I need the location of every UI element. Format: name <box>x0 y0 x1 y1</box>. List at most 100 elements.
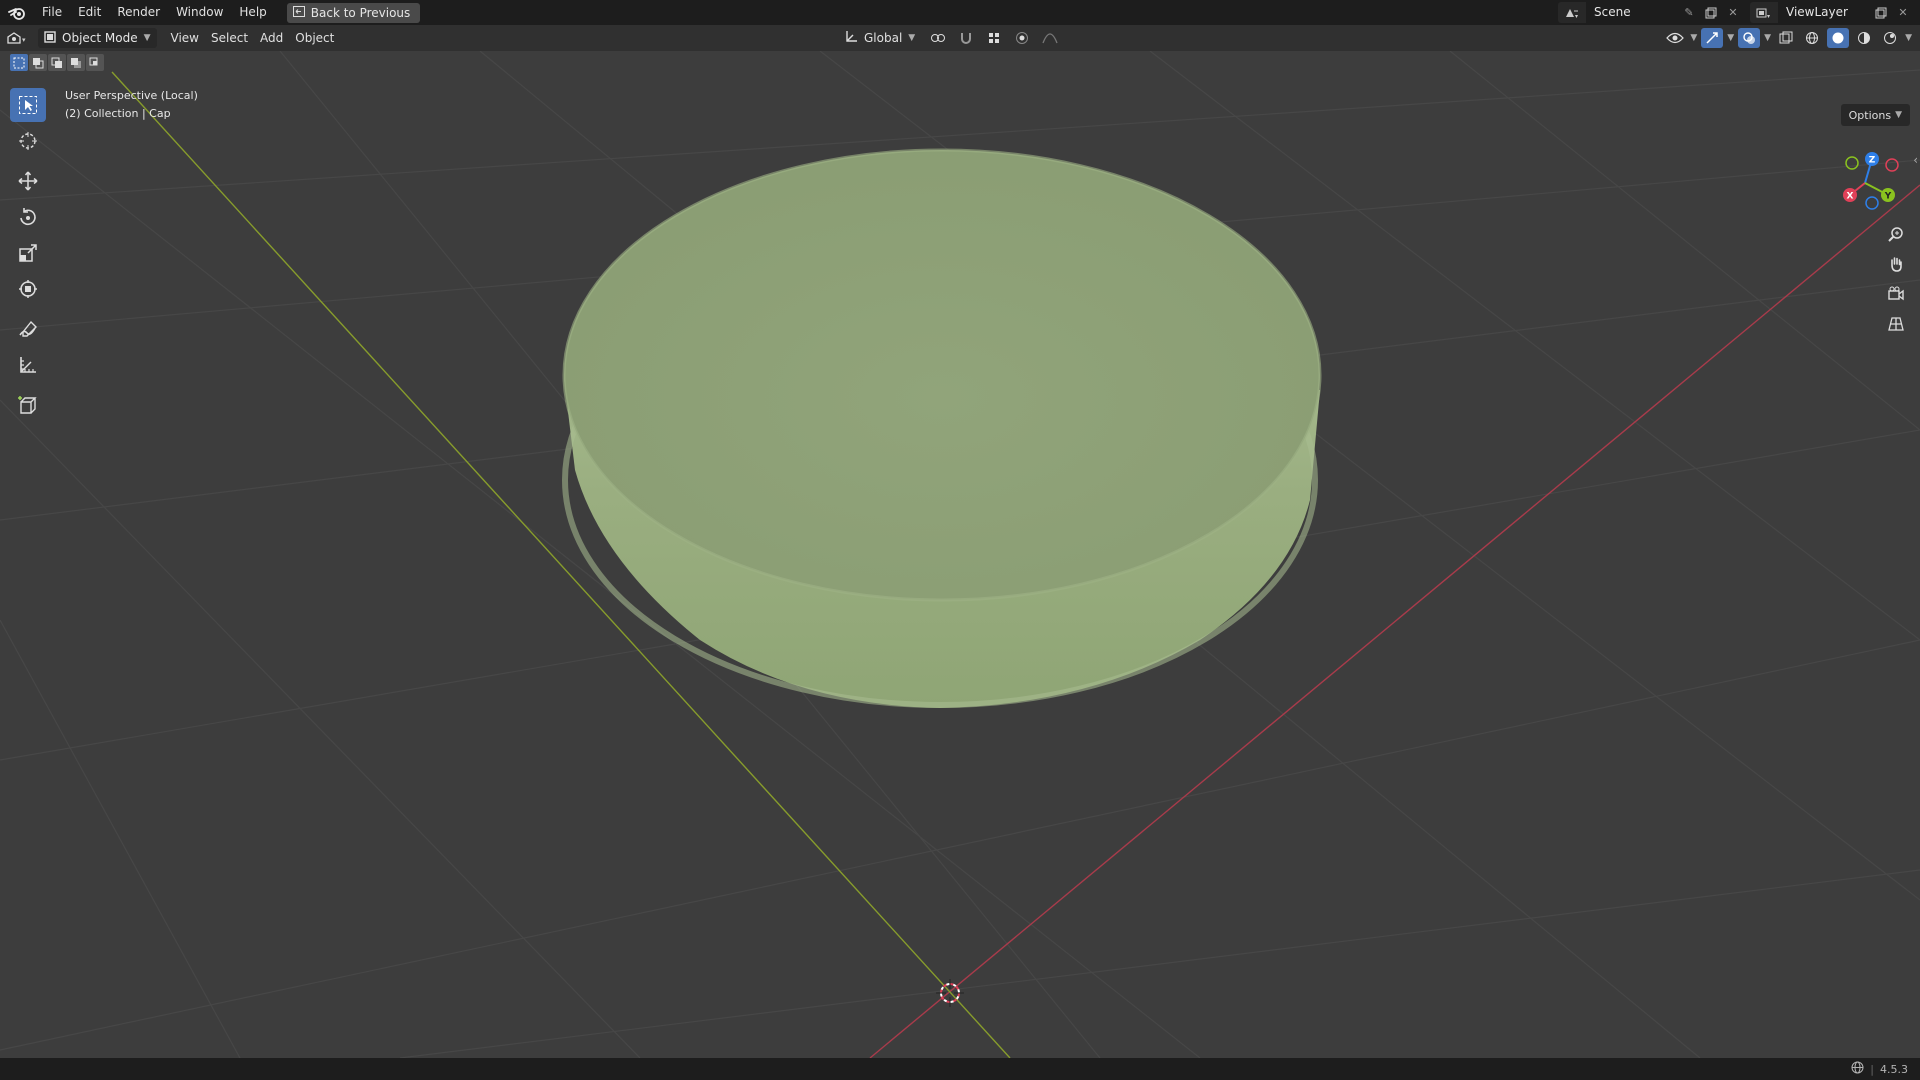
gizmo-toggle-icon[interactable] <box>1701 28 1724 48</box>
status-separator: | <box>1870 1062 1874 1076</box>
wireframe-shading-icon[interactable] <box>1801 28 1823 48</box>
navigation-gizmo[interactable]: Z X Y <box>1830 145 1900 215</box>
select-extend-icon[interactable] <box>29 54 47 71</box>
close-icon[interactable]: ✕ <box>1892 2 1914 23</box>
selection-mode-buttons <box>10 54 104 71</box>
options-label: Options <box>1848 108 1892 122</box>
proportional-editing-icon[interactable] <box>1011 28 1033 48</box>
object-mode-dropdown[interactable]: Object Mode ▼ <box>38 28 157 48</box>
version-info: | 4.5.3 <box>1851 1058 1908 1080</box>
gizmo-neg-z[interactable] <box>1865 196 1879 210</box>
3d-viewport[interactable]: User Perspective (Local) (2) Collection … <box>0 51 1920 1058</box>
view-layer-icon[interactable]: ▾ <box>1750 2 1778 23</box>
menu-edit[interactable]: Edit <box>70 0 109 25</box>
object-mode-icon <box>44 30 56 46</box>
close-icon[interactable]: ✕ <box>1722 2 1744 23</box>
navigation-buttons <box>1882 221 1910 337</box>
select-box-tool-icon[interactable] <box>10 88 46 122</box>
move-tool-icon[interactable] <box>10 164 46 198</box>
xray-toggle-icon[interactable] <box>1775 28 1797 48</box>
overlays-toggle-icon[interactable] <box>1738 28 1761 48</box>
select-new-icon[interactable] <box>10 54 28 71</box>
scale-tool-icon[interactable] <box>10 236 46 270</box>
blender-logo-icon[interactable] <box>0 0 34 25</box>
status-bar: | 4.5.3 <box>0 1058 1920 1080</box>
annotate-tool-icon[interactable] <box>10 312 46 346</box>
chevron-down-icon: ▼ <box>908 33 916 43</box>
chevron-down-icon: ▼ <box>1895 110 1902 120</box>
solid-shading-icon[interactable] <box>1827 28 1850 48</box>
rendered-shading-icon[interactable] <box>1879 28 1901 48</box>
orientation-label: Global <box>864 31 903 45</box>
camera-view-icon[interactable] <box>1882 281 1910 307</box>
pan-hand-icon[interactable] <box>1882 251 1910 277</box>
scene-name[interactable]: Scene <box>1586 2 1678 23</box>
object-mode-label: Object Mode <box>62 31 138 45</box>
top-right-area: ▾ Scene ✎ ✕ ▾ ViewLayer ✕ <box>1558 0 1920 25</box>
menu-render[interactable]: Render <box>109 0 168 25</box>
select-intersect-icon[interactable] <box>86 54 104 71</box>
top-menu-bar: File Edit Render Window Help Back to Pre… <box>0 0 1920 25</box>
back-to-previous-label: Back to Previous <box>310 5 411 20</box>
gizmo-x-label: X <box>1847 192 1854 202</box>
measure-tool-icon[interactable] <box>10 348 46 382</box>
new-scene-icon[interactable] <box>1700 2 1722 23</box>
orientation-global-icon <box>844 30 858 47</box>
visibility-eye-icon[interactable] <box>1664 28 1686 48</box>
svg-text:▾: ▾ <box>1575 13 1578 19</box>
transform-controls: Global ▼ <box>838 25 1061 51</box>
collection-info: (2) Collection | Cap <box>65 107 171 120</box>
svg-text:▾: ▾ <box>22 36 26 44</box>
add-cube-tool-icon[interactable] <box>10 388 46 422</box>
tool-shelf <box>10 88 46 424</box>
editor-type-icon[interactable]: ▾ <box>0 28 34 48</box>
pin-icon[interactable]: ✎ <box>1678 2 1700 23</box>
chevron-down-icon[interactable]: ▼ <box>1727 33 1734 43</box>
scene-selector[interactable]: ▾ Scene ✎ ✕ <box>1558 2 1744 23</box>
perspective-grid-icon[interactable] <box>1882 311 1910 337</box>
screen-back-icon <box>292 5 305 20</box>
sidebar-toggle-icon[interactable]: ‹ <box>1913 153 1918 167</box>
view-layer-name[interactable]: ViewLayer <box>1778 2 1870 23</box>
snap-magnet-icon[interactable] <box>955 28 977 48</box>
menu-add[interactable]: Add <box>254 28 289 48</box>
zoom-icon[interactable] <box>1882 221 1910 247</box>
viewport-scene <box>0 51 1920 1058</box>
menu-select[interactable]: Select <box>205 28 254 48</box>
new-view-layer-icon[interactable] <box>1870 2 1892 23</box>
menu-window[interactable]: Window <box>168 0 231 25</box>
falloff-curve-icon[interactable] <box>1039 28 1061 48</box>
network-globe-icon <box>1851 1061 1864 1077</box>
options-dropdown[interactable]: Options ▼ <box>1840 104 1910 126</box>
gizmo-y-label: Y <box>1884 192 1892 202</box>
view-layer-selector[interactable]: ▾ ViewLayer ✕ <box>1750 2 1914 23</box>
gizmo-neg-x[interactable] <box>1885 158 1899 172</box>
chevron-down-icon: ▼ <box>143 33 151 43</box>
chevron-down-icon[interactable]: ▼ <box>1905 33 1912 43</box>
cursor-tool-icon[interactable] <box>10 124 46 158</box>
menu-help[interactable]: Help <box>231 0 274 25</box>
viewport-header: ▾ Object Mode ▼ View Select Add Object G… <box>0 25 1920 51</box>
menu-view[interactable]: View <box>165 28 205 48</box>
cap-object[interactable] <box>562 148 1322 708</box>
pivot-point-icon[interactable] <box>927 28 949 48</box>
gizmo-z-label: Z <box>1869 156 1876 166</box>
gizmo-neg-y[interactable] <box>1845 156 1859 170</box>
transform-tool-icon[interactable] <box>10 272 46 306</box>
blender-window: File Edit Render Window Help Back to Pre… <box>0 0 1920 1080</box>
chevron-down-icon[interactable]: ▼ <box>1690 33 1697 43</box>
menu-object[interactable]: Object <box>289 28 340 48</box>
menu-file[interactable]: File <box>34 0 70 25</box>
svg-text:▾: ▾ <box>1767 13 1770 19</box>
select-invert-icon[interactable] <box>67 54 85 71</box>
select-subtract-icon[interactable] <box>48 54 66 71</box>
chevron-down-icon[interactable]: ▼ <box>1764 33 1771 43</box>
scene-icon[interactable]: ▾ <box>1558 2 1586 23</box>
transform-orientation-dropdown[interactable]: Global ▼ <box>838 28 921 48</box>
view-name: User Perspective (Local) <box>65 89 198 102</box>
back-to-previous-button[interactable]: Back to Previous <box>286 2 421 23</box>
snap-increment-icon[interactable] <box>983 28 1005 48</box>
cap-top-face <box>564 150 1320 600</box>
material-preview-icon[interactable] <box>1853 28 1875 48</box>
rotate-tool-icon[interactable] <box>10 200 46 234</box>
